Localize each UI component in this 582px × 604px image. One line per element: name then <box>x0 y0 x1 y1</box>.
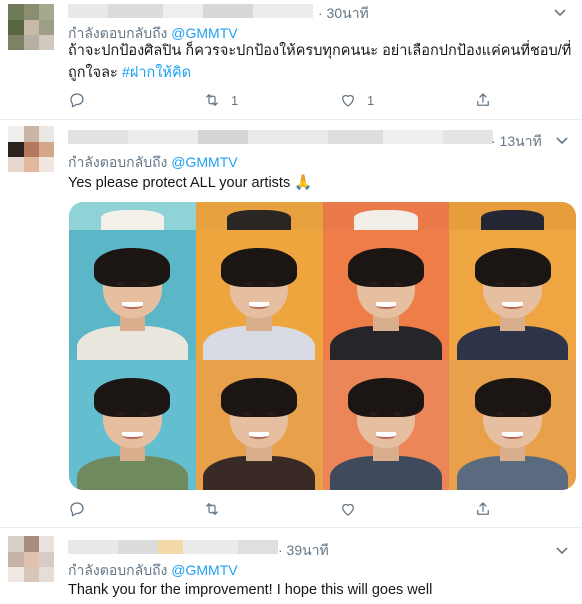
share-button[interactable] <box>474 89 492 111</box>
photo-portrait <box>195 230 323 360</box>
tweet-timestamp[interactable]: · 39นาที <box>278 540 329 562</box>
tweet-text: ถ้าจะปกป้องศิลปิน ก็ควรจะปกป้องให้ครบทุก… <box>68 40 573 84</box>
reply-button[interactable] <box>68 89 96 111</box>
like-button[interactable]: 1 <box>339 89 374 111</box>
photo-strip <box>449 202 576 230</box>
chevron-down-icon[interactable] <box>552 4 568 20</box>
tweet[interactable]: · 30นาที กำลังตอบกลับถึง @GMMTV ถ้าจะปกป… <box>0 0 582 120</box>
author-name-blurred[interactable] <box>68 540 278 554</box>
reply-icon <box>70 502 84 517</box>
tweet-actions: 1 1 <box>68 89 498 111</box>
photo-portrait <box>322 360 450 490</box>
photo-strip <box>195 202 323 230</box>
mention-link[interactable]: @GMMTV <box>171 25 237 41</box>
tweet-timestamp[interactable]: · 13นาที <box>491 131 542 153</box>
photo-portrait <box>69 360 196 490</box>
chevron-down-icon[interactable] <box>554 132 570 148</box>
retweet-button[interactable]: 1 <box>203 89 238 111</box>
avatar[interactable] <box>8 126 54 172</box>
photo-strip <box>69 202 196 230</box>
heart-icon <box>342 94 354 107</box>
tweet-body: Thank you for the improvement! I hope th… <box>68 582 433 598</box>
photo-portrait <box>449 230 576 360</box>
reply-icon <box>70 93 84 108</box>
chevron-down-icon[interactable] <box>554 542 570 558</box>
tweet-actions <box>68 498 498 520</box>
avatar[interactable] <box>8 536 54 582</box>
tweet-body: Yes please protect ALL your artists 🙏 <box>68 175 313 191</box>
reply-button[interactable] <box>68 498 86 520</box>
share-button[interactable] <box>474 498 492 520</box>
reply-prefix: กำลังตอบกลับถึง <box>68 562 168 578</box>
author-name-blurred[interactable] <box>68 4 313 18</box>
photo-portrait <box>322 230 450 360</box>
reply-prefix: กำลังตอบกลับถึง <box>68 25 168 41</box>
like-button[interactable] <box>339 498 357 520</box>
avatar[interactable] <box>8 4 54 50</box>
retweet-count: 1 <box>231 92 239 108</box>
tweet[interactable]: · 39นาที กำลังตอบกลับถึง @GMMTV Thank yo… <box>0 528 582 604</box>
photo-strip <box>322 202 450 230</box>
photo-portrait <box>449 360 576 490</box>
photo-portrait <box>195 360 323 490</box>
reply-context: กำลังตอบกลับถึง @GMMTV <box>68 152 238 174</box>
retweet-icon <box>206 503 218 515</box>
author-name-blurred[interactable] <box>68 130 493 144</box>
retweet-icon <box>206 94 218 106</box>
hashtag-link[interactable]: #ฝากให้คิด <box>122 65 191 81</box>
photo-portrait <box>69 230 196 360</box>
retweet-button[interactable] <box>203 498 221 520</box>
like-count: 1 <box>367 92 375 108</box>
tweet-text: Thank you for the improvement! I hope th… <box>68 579 573 601</box>
reply-prefix: กำลังตอบกลับถึง <box>68 154 168 170</box>
tweet-photo[interactable] <box>69 202 576 490</box>
heart-icon <box>342 503 354 516</box>
tweet-text: Yes please protect ALL your artists 🙏 <box>68 172 573 194</box>
tweet-timestamp[interactable]: · 30นาที <box>318 3 369 25</box>
mention-link[interactable]: @GMMTV <box>171 154 237 170</box>
share-icon <box>477 502 489 515</box>
mention-link[interactable]: @GMMTV <box>171 562 237 578</box>
share-icon <box>477 93 489 106</box>
